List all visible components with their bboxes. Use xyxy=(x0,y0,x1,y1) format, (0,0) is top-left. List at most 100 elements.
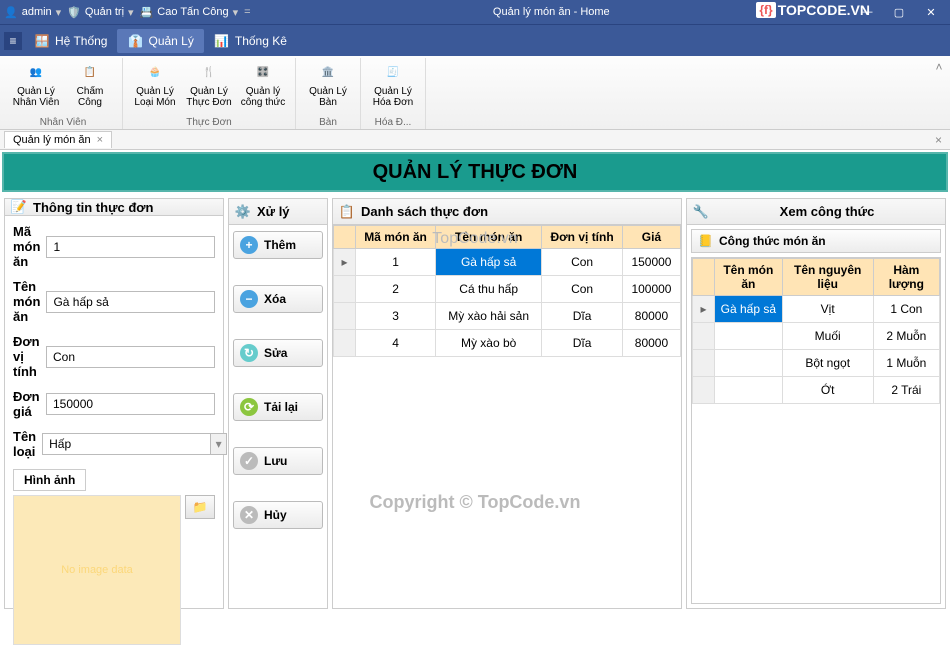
cell-ma: 3 xyxy=(356,303,436,330)
ribbon-collapse-icon[interactable]: ˄ xyxy=(932,60,946,74)
table-row[interactable]: 2Cá thu hấpCon100000 xyxy=(334,276,681,303)
menu-label: Hệ Thống xyxy=(55,34,107,48)
dropdown-icon[interactable]: ▾ xyxy=(211,433,227,455)
dvt-input[interactable] xyxy=(46,346,215,368)
row-indicator xyxy=(693,377,715,404)
ribbon-Quản-lý-công-thức[interactable]: 🎛️Quản lý công thức xyxy=(237,58,289,116)
cell-gia: 80000 xyxy=(622,303,680,330)
action-label: Lưu xyxy=(264,454,287,468)
list-panel: 📋 Danh sách thực đơn Mã món ănTên món ăn… xyxy=(332,198,682,609)
col-header[interactable]: Mã món ăn xyxy=(356,226,436,249)
ribbon-label: Quản Lý Thực Đơn xyxy=(185,86,233,108)
ribbon-Quản-Lý-Nhân-Viên[interactable]: 👥Quản Lý Nhân Viên xyxy=(10,58,62,116)
cell-ma: 1 xyxy=(356,249,436,276)
cell-dvt: Dĩa xyxy=(542,330,623,357)
name-icon: 📇 xyxy=(140,6,154,19)
row-indicator xyxy=(334,330,356,357)
ma-input[interactable] xyxy=(46,236,215,258)
action-label: Thêm xyxy=(264,238,296,252)
menu-table[interactable]: Mã món ănTên món ănĐơn vị tínhGiá▸1Gà hấ… xyxy=(333,225,681,357)
close-button[interactable]: ✕ xyxy=(916,2,946,22)
ribbon-Quản-Lý-Thực-Đơn[interactable]: 🍴Quản Lý Thực Đơn xyxy=(183,58,235,116)
ribbon-Chấm-Công[interactable]: 📋Chấm Công xyxy=(64,58,116,116)
action-Xóa[interactable]: −Xóa xyxy=(233,285,323,313)
cell-hl: 2 Muỗn xyxy=(873,323,939,350)
role-label: Quản trị xyxy=(85,6,124,18)
role-icon: 🛡️ xyxy=(67,6,81,19)
menu-item-Thống Kê[interactable]: 📊Thống Kê xyxy=(204,29,297,53)
user-icon: 👤 xyxy=(4,6,18,19)
cell-hl: 1 Con xyxy=(873,296,939,323)
tab-close-icon[interactable]: × xyxy=(97,134,103,146)
action-icon: ⟳ xyxy=(240,398,258,416)
form-title: Thông tin thực đơn xyxy=(33,200,153,215)
menu-icon: 🪟 xyxy=(34,33,50,49)
loai-select[interactable] xyxy=(42,433,211,455)
ribbon-Quản-Lý-Loại-Món[interactable]: 🧁Quản Lý Loại Món xyxy=(129,58,181,116)
gia-input[interactable] xyxy=(46,393,215,415)
action-label: Xóa xyxy=(264,292,286,306)
ten-input[interactable] xyxy=(46,291,215,313)
table-row[interactable]: 3Mỳ xào hải sảnDĩa80000 xyxy=(334,303,681,330)
document-close-icon[interactable]: × xyxy=(931,133,946,147)
col-header[interactable]: Đơn vị tính xyxy=(542,226,623,249)
col-header[interactable]: Tên nguyên liệu xyxy=(782,259,873,296)
ribbon-icon: 🏛️ xyxy=(316,60,340,84)
table-row[interactable]: ▸1Gà hấp sảCon150000 xyxy=(334,249,681,276)
action-Lưu[interactable]: ✓Lưu xyxy=(233,447,323,475)
col-header[interactable]: Giá xyxy=(622,226,680,249)
menu-icon: 📊 xyxy=(214,33,230,49)
ribbon-group-label: Hóa Đ... xyxy=(367,116,419,129)
cell-nl: Muối xyxy=(782,323,873,350)
note-icon: 📒 xyxy=(698,234,713,248)
form-icon: 📝 xyxy=(11,199,27,215)
table-row[interactable]: 4Mỳ xào bòDĩa80000 xyxy=(334,330,681,357)
action-Sửa[interactable]: ↻Sửa xyxy=(233,339,323,367)
menu-lead-icon[interactable]: ≡ xyxy=(4,32,22,50)
cell-ten: Mỳ xào bò xyxy=(436,330,542,357)
action-Hủy[interactable]: ✕ Hủy xyxy=(233,501,323,529)
cell-gia: 150000 xyxy=(622,249,680,276)
action-label: Hủy xyxy=(264,508,287,522)
action-icon: + xyxy=(240,236,258,254)
cell-ma: 2 xyxy=(356,276,436,303)
dvt-label: Đơn vị tính xyxy=(13,334,40,379)
action-Tải lại[interactable]: ⟳ Tải lại xyxy=(233,393,323,421)
cell-gia: 80000 xyxy=(622,330,680,357)
action-Thêm[interactable]: + Thêm xyxy=(233,231,323,259)
maximize-button[interactable]: ▢ xyxy=(884,2,914,22)
ribbon-Quản-Lý-Bàn[interactable]: 🏛️Quản Lý Bàn xyxy=(302,58,354,116)
ten-label: Tên món ăn xyxy=(13,279,40,324)
action-label: Sửa xyxy=(264,346,287,360)
cell-dvt: Con xyxy=(542,249,623,276)
ribbon-Quản-Lý-Hóa-Đơn[interactable]: 🧾Quản Lý Hóa Đơn xyxy=(367,58,419,116)
ribbon-icon: 🍴 xyxy=(197,60,221,84)
table-row[interactable]: ▸Gà hấp sảVịt1 Con xyxy=(693,296,940,323)
col-header[interactable]: Hàm lượng xyxy=(873,259,939,296)
action-label: Tải lại xyxy=(264,400,298,414)
user-label: admin xyxy=(22,6,52,18)
cell-ma: 4 xyxy=(356,330,436,357)
document-tab-label: Quản lý món ăn xyxy=(13,134,91,146)
browse-image-button[interactable]: 📁 xyxy=(185,495,215,519)
menu-item-Hệ Thống[interactable]: 🪟 Hệ Thống xyxy=(24,29,117,53)
cell-ten xyxy=(715,323,783,350)
row-indicator xyxy=(693,350,715,377)
action-icon: ✕ xyxy=(240,506,258,524)
action-icon: − xyxy=(240,290,258,308)
menu-item-Quản Lý[interactable]: 👔Quản Lý xyxy=(117,29,203,53)
gia-label: Đơn giá xyxy=(13,389,40,419)
table-row[interactable]: Ớt2 Trái xyxy=(693,377,940,404)
col-header[interactable]: Tên món ăn xyxy=(715,259,783,296)
table-row[interactable]: Muối2 Muỗn xyxy=(693,323,940,350)
ribbon-icon: 👥 xyxy=(24,60,48,84)
cell-ten: Gà hấp sả xyxy=(436,249,542,276)
col-header[interactable]: Tên món ăn xyxy=(436,226,542,249)
actions-title: Xử lý xyxy=(257,204,290,219)
cell-hl: 2 Trái xyxy=(873,377,939,404)
menu-icon: 👔 xyxy=(127,33,143,49)
document-tab[interactable]: Quản lý món ăn × xyxy=(4,131,112,148)
table-row[interactable]: Bột ngọt1 Muỗn xyxy=(693,350,940,377)
recipe-table[interactable]: Tên món ănTên nguyên liệuHàm lượng▸Gà hấ… xyxy=(692,258,940,404)
brand-watermark: {f}TOPCODE.VN xyxy=(756,2,870,18)
